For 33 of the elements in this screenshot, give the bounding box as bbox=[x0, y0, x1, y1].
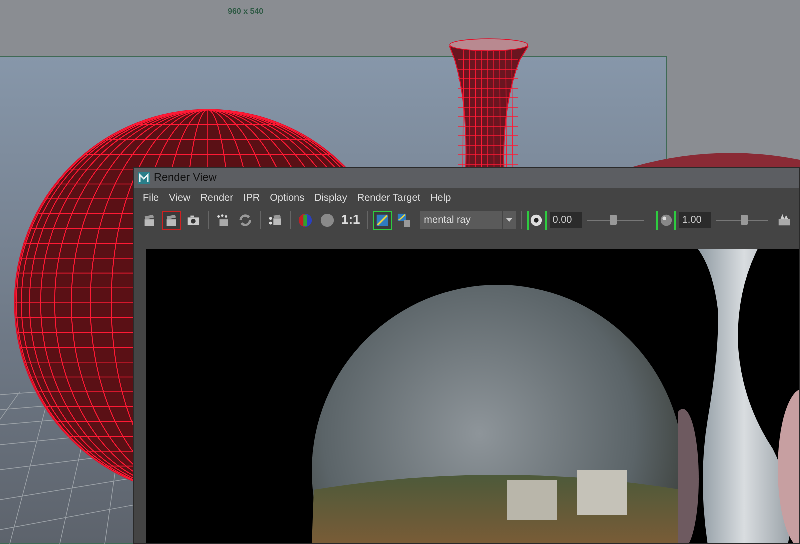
clapper-button[interactable] bbox=[162, 210, 181, 230]
exposure-toggle-button[interactable] bbox=[526, 210, 547, 230]
value-field[interactable]: 0.00 bbox=[550, 212, 582, 228]
refresh-icon bbox=[238, 212, 253, 228]
app-logo-icon bbox=[138, 172, 150, 184]
menu-item[interactable]: File bbox=[143, 190, 160, 206]
menu-item[interactable]: View bbox=[169, 190, 191, 206]
actual-size-button[interactable]: 1:1 bbox=[340, 210, 362, 230]
window-title: Render View bbox=[154, 170, 217, 186]
renderer-dropdown[interactable]: mental ray bbox=[420, 211, 516, 229]
resolution-label: 960 x 540 bbox=[228, 6, 264, 18]
caret-icon bbox=[506, 218, 513, 222]
aperture-icon bbox=[530, 214, 544, 226]
menu-item[interactable]: IPR bbox=[243, 190, 260, 206]
framed-image-icon bbox=[375, 212, 390, 228]
color-channels-icon bbox=[298, 212, 313, 228]
slider[interactable] bbox=[586, 215, 644, 225]
gamma-toggle-button[interactable] bbox=[656, 210, 676, 230]
framed-image-button[interactable] bbox=[373, 210, 392, 230]
clapper-icon bbox=[268, 212, 283, 228]
menu-item[interactable]: Render bbox=[200, 190, 234, 206]
menu-item[interactable]: Options bbox=[270, 190, 305, 206]
slider[interactable] bbox=[716, 215, 768, 225]
slider-thumb[interactable] bbox=[741, 215, 748, 225]
clapper-icon bbox=[216, 212, 231, 228]
slider-thumb[interactable] bbox=[610, 215, 617, 225]
value-field[interactable]: 1.00 bbox=[679, 212, 712, 228]
sphere-icon bbox=[660, 214, 673, 226]
menu-item[interactable]: Help bbox=[430, 190, 452, 206]
sphere-icon bbox=[320, 212, 335, 228]
menu-item[interactable]: Render Target bbox=[357, 190, 421, 206]
menu-item[interactable]: Display bbox=[314, 190, 348, 206]
trash-image-icon bbox=[397, 212, 412, 228]
